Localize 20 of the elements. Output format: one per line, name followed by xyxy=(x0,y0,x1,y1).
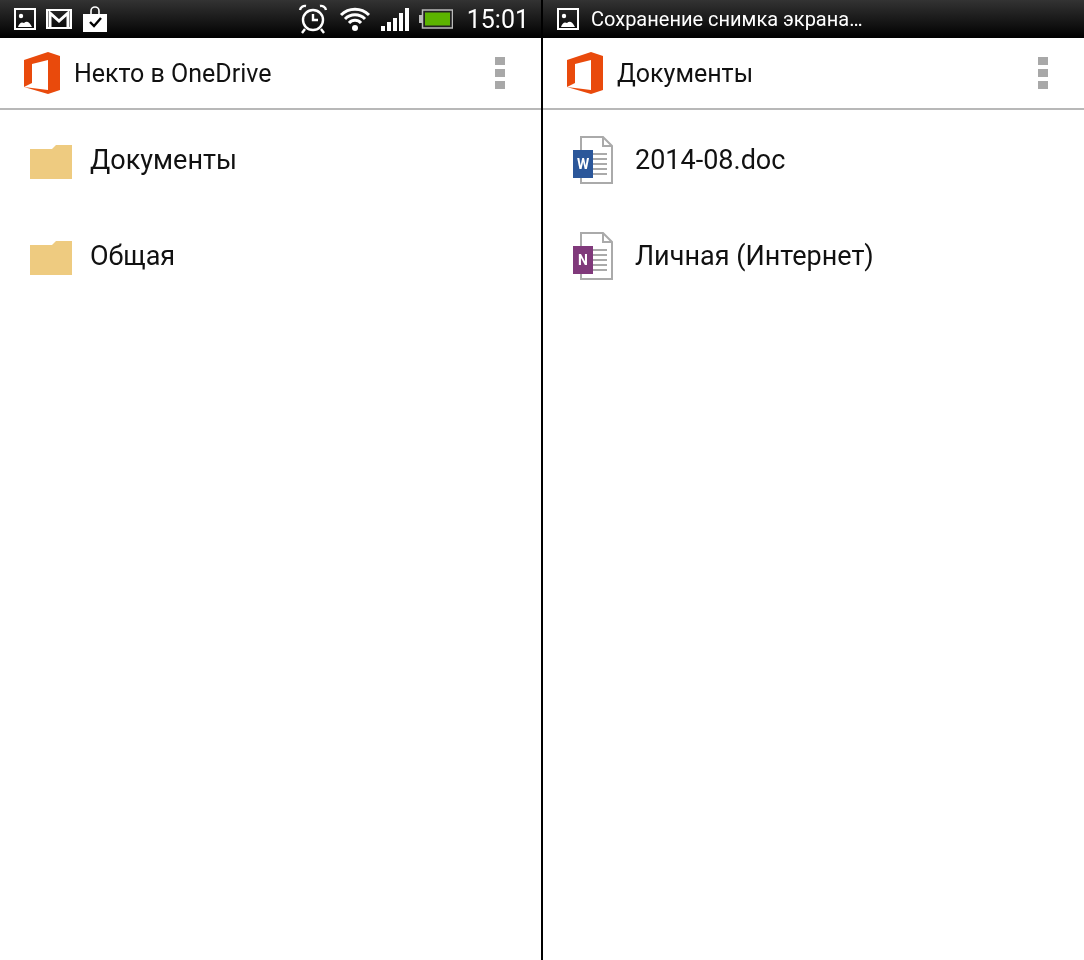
picture-icon xyxy=(557,8,579,30)
overflow-menu-icon[interactable] xyxy=(495,57,505,89)
mail-icon xyxy=(46,8,72,30)
app-bar-title: Некто в OneDrive xyxy=(74,58,273,88)
wifi-icon xyxy=(338,6,371,32)
notification-text: Сохранение снимка экрана… xyxy=(591,7,863,31)
picture-icon xyxy=(14,8,36,30)
file-name[interactable]: Личная (Интернет) xyxy=(635,240,874,272)
alarm-clock-icon xyxy=(296,3,329,35)
shopping-bag-icon xyxy=(82,6,108,32)
file-name[interactable]: 2014-08.doc xyxy=(635,144,786,176)
signal-icon xyxy=(380,7,409,31)
office-logo-icon xyxy=(567,52,603,94)
overflow-menu-icon[interactable] xyxy=(1038,57,1048,89)
folder-name[interactable]: Документы xyxy=(90,144,237,176)
clock-time: 15:01 xyxy=(466,4,529,34)
folder-name[interactable]: Общая xyxy=(90,240,176,272)
app-bar-title: Документы xyxy=(617,58,755,88)
office-logo-icon xyxy=(24,52,60,94)
battery-icon xyxy=(418,9,453,29)
